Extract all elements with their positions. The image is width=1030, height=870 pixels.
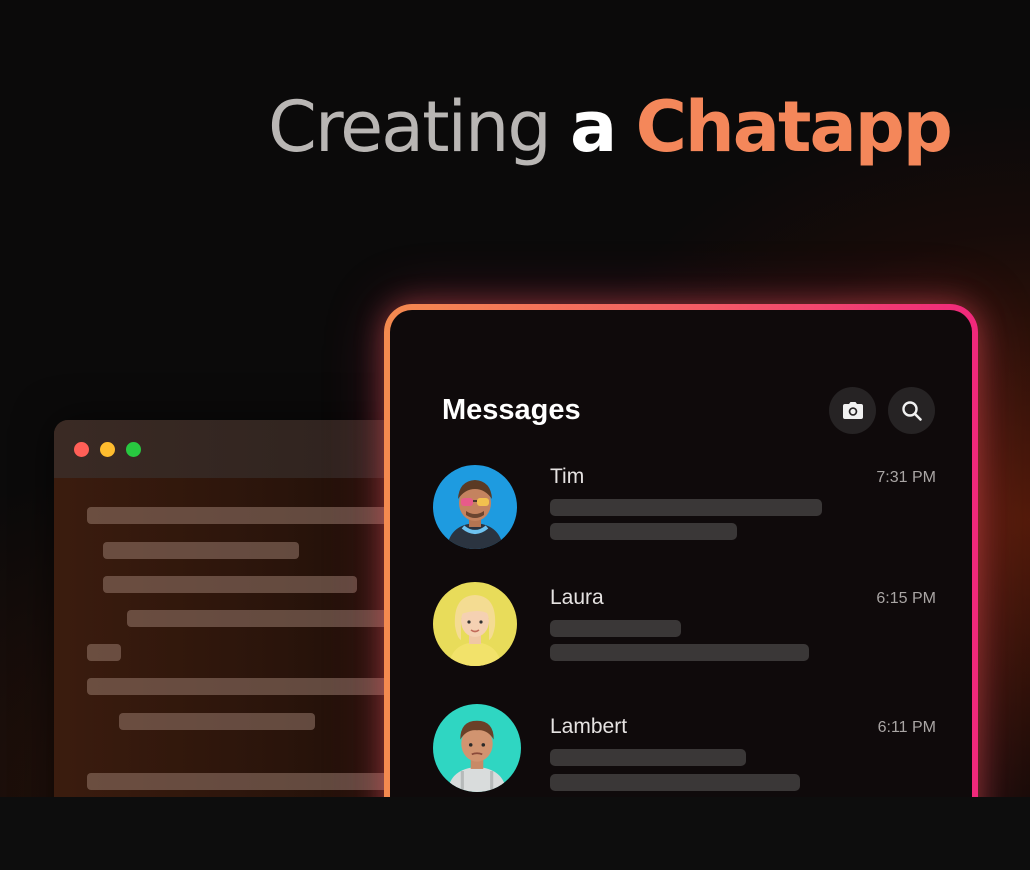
message-preview-placeholder [550, 644, 809, 661]
window-titlebar [54, 420, 434, 478]
window-minimize-button[interactable] [100, 441, 115, 457]
message-preview-placeholder [550, 749, 746, 766]
code-line-placeholder [87, 773, 427, 790]
search-icon [901, 400, 922, 421]
chat-timestamp: 6:11 PM [877, 719, 936, 736]
search-button[interactable] [888, 387, 935, 434]
chat-contact-name: Lambert [550, 715, 628, 738]
hero-banner: Creating a Chatapp Messages Tim 7:31 PM … [0, 0, 1030, 797]
chat-list-item[interactable]: Laura 6:15 PM [390, 582, 972, 682]
window-maximize-button[interactable] [126, 441, 141, 457]
code-line-placeholder [119, 713, 315, 730]
headline-word-chatapp: Chatapp [635, 86, 953, 168]
message-preview-placeholder [550, 523, 737, 540]
code-line-placeholder [103, 542, 299, 559]
chat-timestamp: 6:15 PM [876, 590, 936, 607]
avatar [433, 465, 517, 549]
messages-title: Messages [442, 394, 581, 426]
code-line-placeholder [127, 610, 427, 627]
footer-band [0, 797, 1030, 870]
message-preview-placeholder [550, 499, 822, 516]
chat-contact-name: Laura [550, 586, 604, 609]
code-editor-window [54, 420, 434, 797]
window-close-button[interactable] [74, 441, 89, 457]
messages-panel: Messages Tim 7:31 PM Laura 6:15 PM Lambe… [384, 304, 978, 797]
chat-list-item[interactable]: Tim 7:31 PM [390, 461, 972, 561]
code-line-placeholder [87, 644, 121, 661]
camera-button[interactable] [829, 387, 876, 434]
headline-word-a: a [570, 86, 617, 168]
message-preview-placeholder [550, 620, 681, 637]
code-line-placeholder [87, 678, 427, 695]
chat-contact-name: Tim [550, 465, 585, 488]
chat-list-item[interactable]: Lambert 6:11 PM [390, 704, 972, 797]
code-line-placeholder [87, 507, 427, 524]
avatar [433, 704, 521, 792]
chat-timestamp: 7:31 PM [876, 469, 936, 486]
headline-word-creating: Creating [268, 86, 552, 168]
camera-icon [842, 401, 863, 419]
message-preview-placeholder [550, 774, 800, 791]
avatar [433, 582, 517, 666]
code-line-placeholder [103, 576, 357, 593]
headline: Creating a Chatapp [268, 92, 953, 162]
